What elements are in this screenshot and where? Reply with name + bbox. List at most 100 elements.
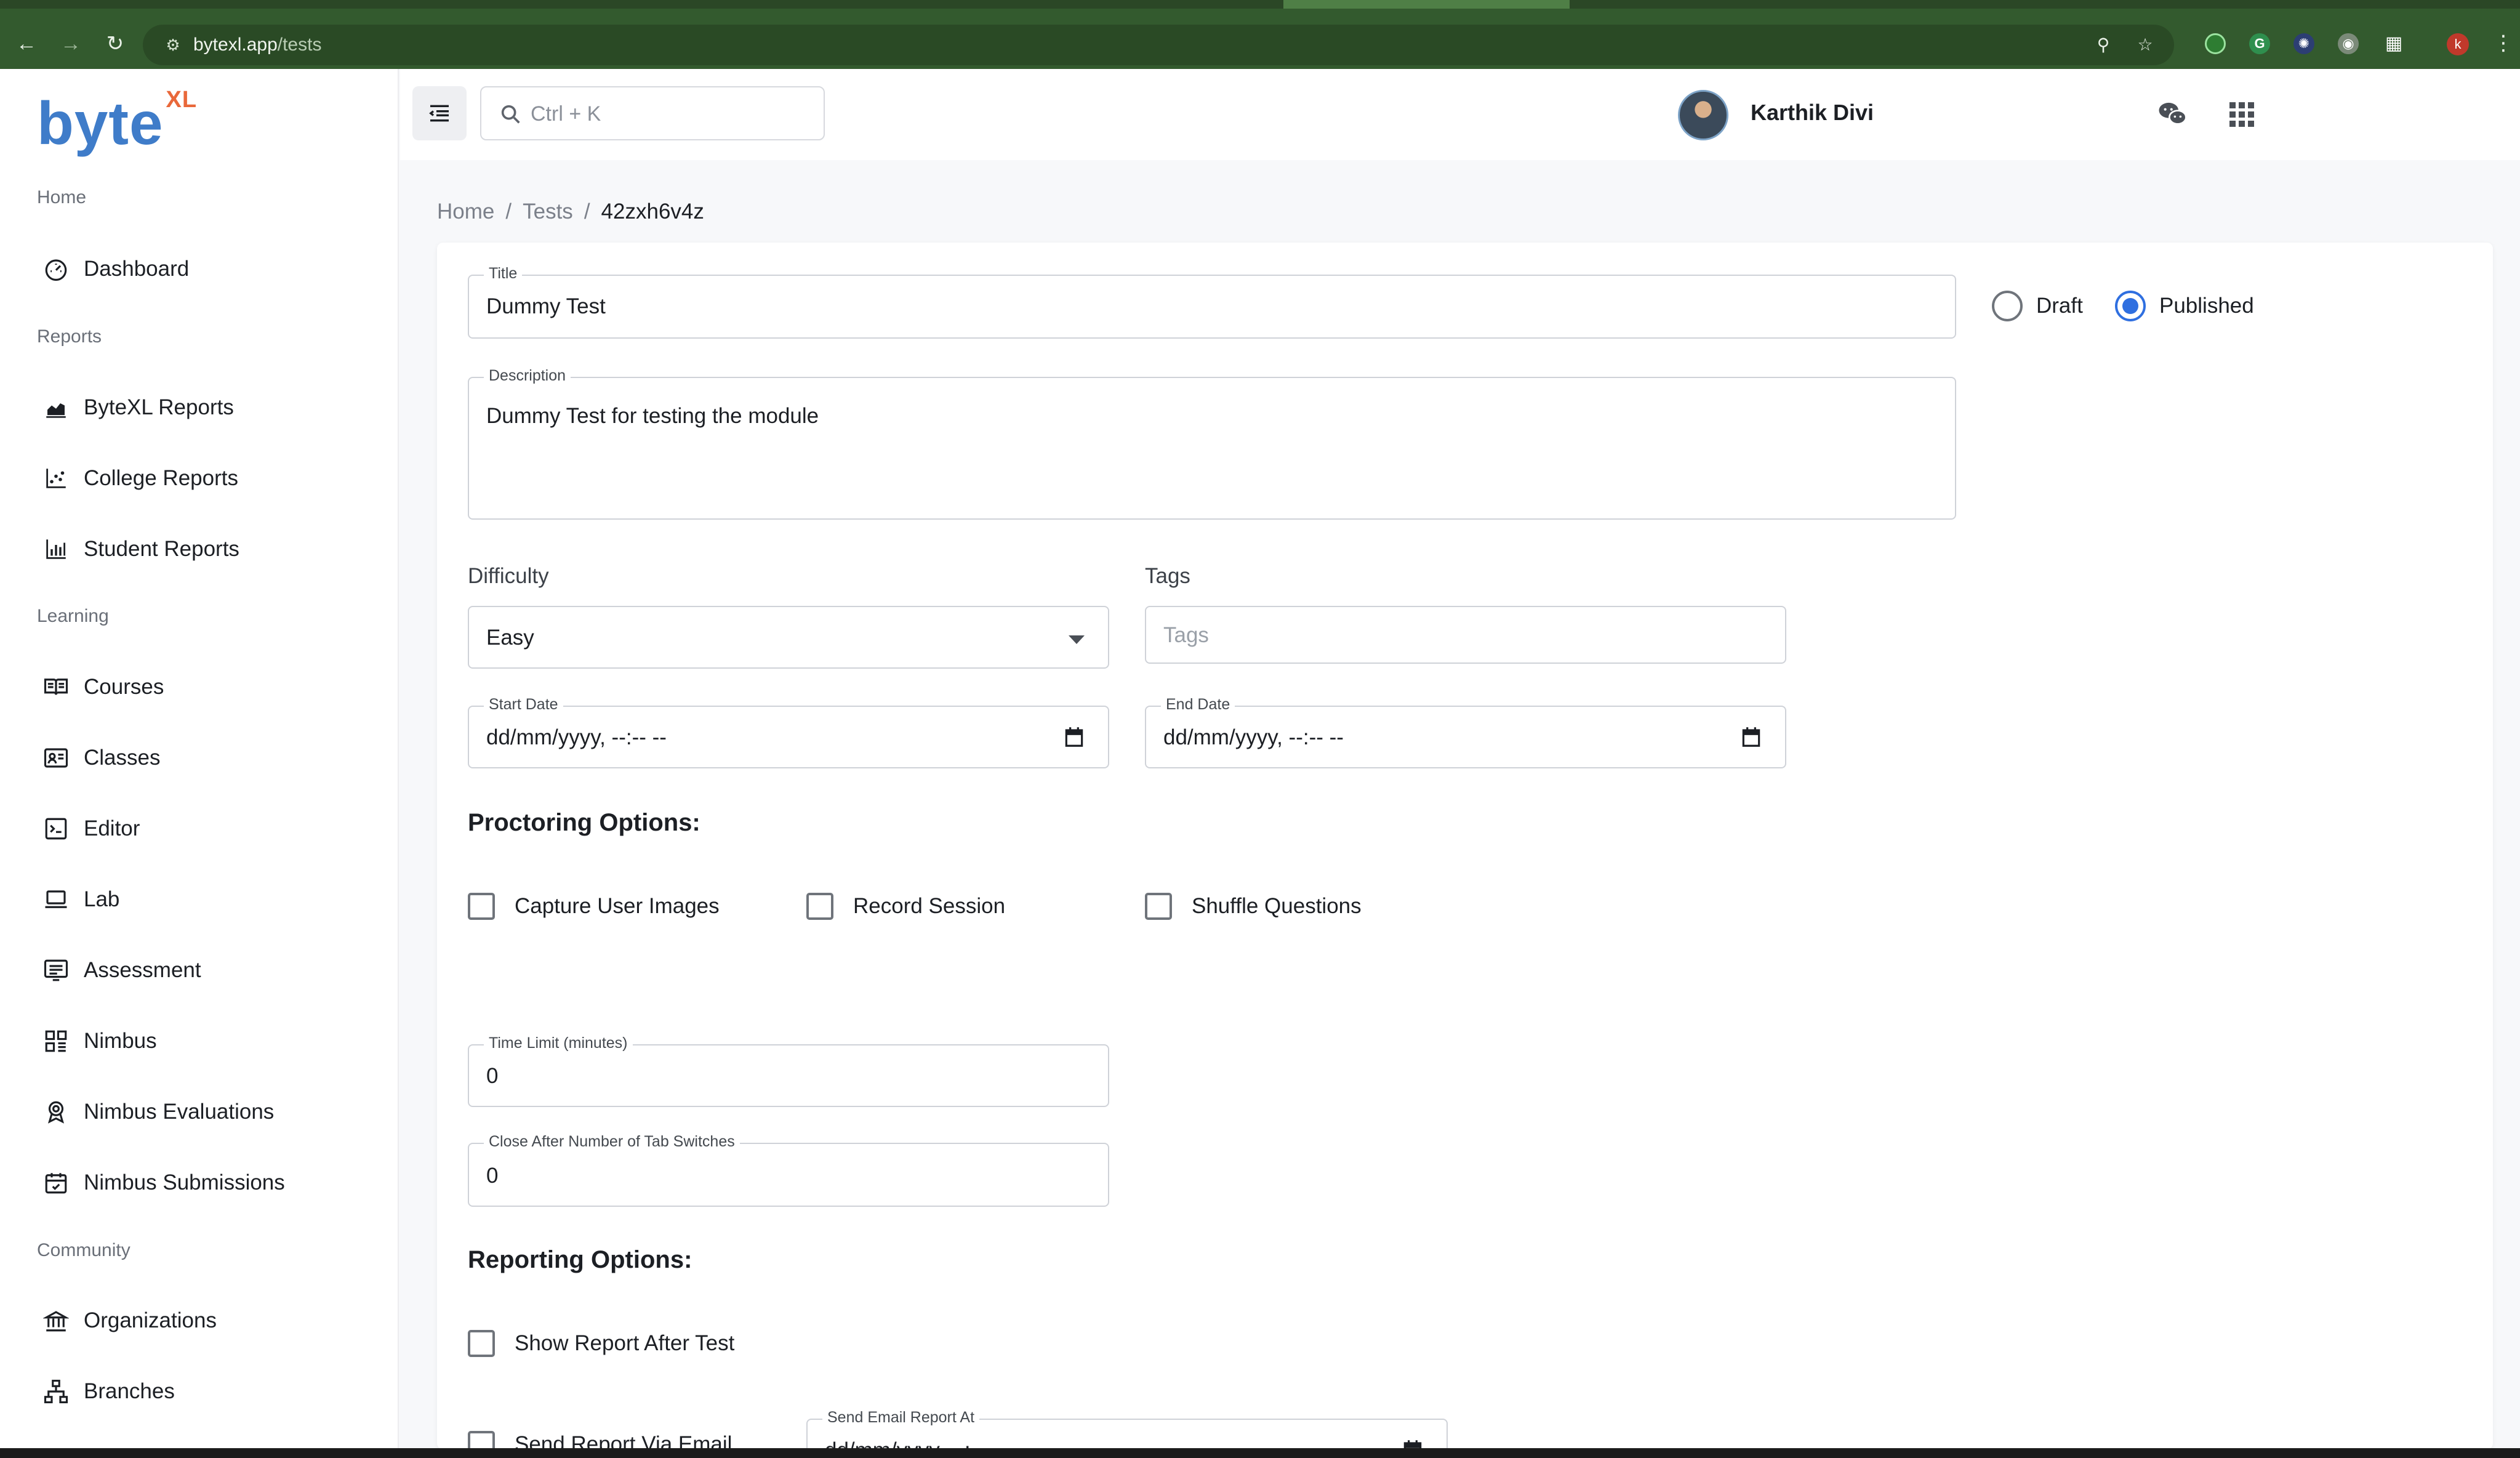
browser-menu-icon[interactable]: ⋮ xyxy=(2493,31,2514,55)
proctoring-heading: Proctoring Options: xyxy=(468,809,700,836)
search-input[interactable] xyxy=(531,97,814,131)
grammarly-extension-icon[interactable]: G xyxy=(2249,33,2270,54)
sidebar-item-label: Branches xyxy=(84,1379,175,1403)
browser-chrome: ← → ↻ ⚙ bytexl.app/tests ⚲ ☆ G ✺ ◉ ▦ k ⋮ xyxy=(0,0,2520,69)
difficulty-label: Difficulty xyxy=(468,564,549,588)
capture-images-label: Capture User Images xyxy=(515,894,720,918)
difficulty-select[interactable]: Easy xyxy=(468,606,1109,669)
record-session-option[interactable]: Record Session xyxy=(806,893,1005,920)
status-published-option[interactable]: Published xyxy=(2115,291,2254,321)
sidebar-item-label: Nimbus Submissions xyxy=(84,1170,285,1194)
sidebar: byte XL Home Dashboard Reports ByteXL Rep… xyxy=(0,69,399,1448)
zoom-icon[interactable]: ⚲ xyxy=(2092,33,2115,57)
calendar-icon[interactable] xyxy=(1062,725,1086,749)
sidebar-item-organizations[interactable]: Organizations xyxy=(25,1293,369,1348)
end-date-value[interactable]: dd/mm/yyyy, --:-- -- xyxy=(1163,725,1344,750)
time-limit-label: Time Limit (minutes) xyxy=(484,1034,633,1052)
sidebar-item-dashboard[interactable]: Dashboard xyxy=(25,241,369,297)
sidebar-item-editor[interactable]: Editor xyxy=(25,801,369,856)
apps-grid-icon[interactable] xyxy=(2225,97,2259,132)
capture-images-checkbox[interactable] xyxy=(468,893,495,920)
published-radio[interactable] xyxy=(2115,291,2146,321)
hierarchy-icon xyxy=(38,1374,74,1409)
profile-avatar[interactable]: k xyxy=(2447,33,2469,55)
sidebar-item-college-reports[interactable]: College Reports xyxy=(25,451,369,506)
window-bottom-edge xyxy=(0,1448,2520,1458)
extensions-puzzle-icon[interactable]: ▦ xyxy=(2383,33,2404,54)
url-text[interactable]: bytexl.app/tests xyxy=(193,34,321,55)
shuffle-questions-option[interactable]: Shuffle Questions xyxy=(1145,893,1362,920)
class-board-icon xyxy=(38,740,74,776)
section-label-reports: Reports xyxy=(37,326,102,347)
site-settings-icon[interactable]: ⚙ xyxy=(161,33,185,57)
breadcrumb-current: 42zxh6v4z xyxy=(601,199,704,224)
sidebar-item-courses[interactable]: Courses xyxy=(25,659,369,715)
breadcrumb-home[interactable]: Home xyxy=(437,199,494,224)
active-tab[interactable] xyxy=(1283,0,1570,9)
sidebar-item-nimbus-submissions[interactable]: Nimbus Submissions xyxy=(25,1155,369,1210)
breadcrumb-tests[interactable]: Tests xyxy=(523,199,573,224)
time-limit-value[interactable]: 0 xyxy=(486,1064,498,1089)
tab-switch-limit-value[interactable]: 0 xyxy=(486,1164,498,1188)
award-badge-icon xyxy=(38,1094,74,1130)
sidebar-item-nimbus[interactable]: Nimbus xyxy=(25,1013,369,1069)
dashboard-icon xyxy=(38,251,74,287)
user-avatar[interactable] xyxy=(1678,90,1728,140)
assessment-list-icon xyxy=(38,953,74,988)
show-report-option[interactable]: Show Report After Test xyxy=(468,1330,734,1357)
title-field[interactable]: Title Dummy Test xyxy=(468,265,1956,339)
reload-icon[interactable]: ↻ xyxy=(101,30,129,58)
user-name[interactable]: Karthik Divi xyxy=(1751,100,1874,126)
record-session-label: Record Session xyxy=(853,894,1006,918)
sidebar-item-label: Assessment xyxy=(84,958,201,982)
sidebar-item-nimbus-evaluations[interactable]: Nimbus Evaluations xyxy=(25,1084,369,1140)
camera-extension-icon[interactable]: ◉ xyxy=(2338,33,2359,54)
react-devtools-icon[interactable]: ✺ xyxy=(2293,33,2314,54)
sidebar-item-lab[interactable]: Lab xyxy=(25,872,369,927)
search-icon xyxy=(501,105,520,124)
end-date-label: End Date xyxy=(1161,696,1235,714)
description-value[interactable]: Dummy Test for testing the module xyxy=(486,404,819,429)
draft-label: Draft xyxy=(2036,294,2083,318)
start-date-value[interactable]: dd/mm/yyyy, --:-- -- xyxy=(486,725,667,750)
app-root: byte XL Home Dashboard Reports ByteXL Rep… xyxy=(0,69,2520,1458)
title-label: Title xyxy=(484,265,523,283)
sidebar-item-label: Nimbus Evaluations xyxy=(84,1100,275,1124)
tags-input[interactable]: Tags xyxy=(1145,606,1786,664)
back-icon[interactable]: ← xyxy=(12,30,41,58)
laptop-icon xyxy=(38,882,74,917)
sidebar-toggle-button[interactable] xyxy=(412,86,467,140)
bookmark-star-icon[interactable]: ☆ xyxy=(2133,33,2157,57)
sidebar-item-bytexl-reports[interactable]: ByteXL Reports xyxy=(25,380,369,435)
forward-icon[interactable]: → xyxy=(57,30,85,58)
shuffle-questions-checkbox[interactable] xyxy=(1145,893,1172,920)
calendar-icon[interactable] xyxy=(1740,725,1763,749)
title-value[interactable]: Dummy Test xyxy=(486,294,606,319)
draft-radio[interactable] xyxy=(1992,291,2023,321)
wechat-chat-icon[interactable] xyxy=(2156,97,2190,132)
book-open-icon xyxy=(38,669,74,705)
sidebar-item-classes[interactable]: Classes xyxy=(25,730,369,786)
address-bar[interactable]: ⚙ bytexl.app/tests ⚲ ☆ xyxy=(143,25,2174,65)
tags-label: Tags xyxy=(1145,564,1190,588)
capture-images-option[interactable]: Capture User Images xyxy=(468,893,720,920)
sidebar-item-student-reports[interactable]: Student Reports xyxy=(25,522,369,577)
global-search[interactable] xyxy=(480,86,825,140)
sidebar-item-branches[interactable]: Branches xyxy=(25,1364,369,1419)
description-field[interactable]: Description Dummy Test for testing the m… xyxy=(468,367,1956,520)
top-bar: Karthik Divi xyxy=(400,69,2520,160)
terminal-icon xyxy=(38,811,74,847)
sidebar-item-label: Lab xyxy=(84,887,120,911)
tab-switch-limit-field[interactable]: Close After Number of Tab Switches 0 xyxy=(468,1133,1109,1207)
bytexl-logo[interactable]: byte XL xyxy=(37,87,196,158)
send-email-at-label: Send Email Report At xyxy=(822,1409,980,1427)
scatter-chart-icon xyxy=(38,461,74,496)
sidebar-item-assessment[interactable]: Assessment xyxy=(25,943,369,998)
extension-circle-icon[interactable] xyxy=(2205,33,2226,54)
status-draft-option[interactable]: Draft xyxy=(1992,291,2083,321)
time-limit-field[interactable]: Time Limit (minutes) 0 xyxy=(468,1034,1109,1107)
start-date-field[interactable]: Start Date dd/mm/yyyy, --:-- -- xyxy=(468,696,1109,768)
end-date-field[interactable]: End Date dd/mm/yyyy, --:-- -- xyxy=(1145,696,1786,768)
record-session-checkbox[interactable] xyxy=(806,893,833,920)
show-report-checkbox[interactable] xyxy=(468,1330,495,1357)
